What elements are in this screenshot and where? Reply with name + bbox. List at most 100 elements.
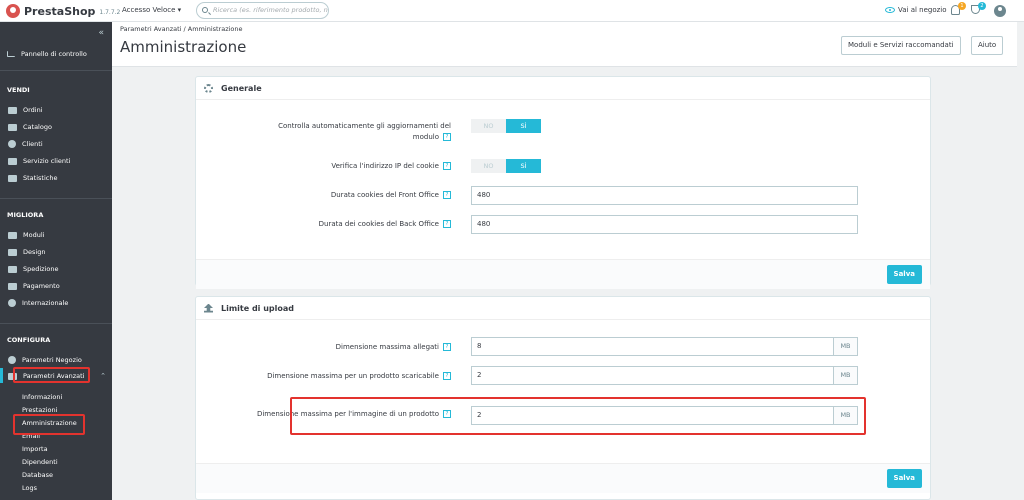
sidebar-item-modules[interactable]: Moduli [8,231,44,239]
view-shop-link[interactable]: Vai al negozio [885,6,947,14]
sidebar-item-dashboard[interactable]: Pannello di controllo [7,50,87,58]
help-icon[interactable]: ? [443,372,451,380]
label-text: Dimensione massima per un prodotto scari… [267,372,439,380]
trending-icon [7,51,15,57]
sidebar-item-orders[interactable]: Ordini [8,106,43,114]
notification-badge: 1 [958,2,966,10]
sidebar-item-payment[interactable]: Pagamento [8,282,60,290]
check-ip-toggle[interactable]: NO SÌ [471,159,541,173]
panel-heading: Limite di upload [196,297,930,320]
input-value: 8 [477,342,482,350]
sidebar-item-label: Ordini [23,106,43,114]
sidebar-subitem-logs[interactable]: Logs [22,484,37,492]
label-text: Durata cookies del Front Office [330,191,439,199]
front-cookie-label: Durata cookies del Front Office? [256,190,451,201]
toggle-no[interactable]: NO [471,159,506,173]
view-shop-label: Vai al negozio [898,6,947,14]
panel-footer: Salva [196,259,930,289]
sidebar-item-label: Clienti [22,140,43,148]
page-header: Parametri Avanzati / Amministrazione Amm… [112,22,1024,67]
sidebar-item-label: Servizio clienti [23,157,71,165]
help-icon[interactable]: ? [443,191,451,199]
sidebar-item-catalog[interactable]: Catalogo [8,123,52,131]
sidebar-item-label: Parametri Negozio [22,356,82,364]
toggle-yes[interactable]: SÌ [506,119,541,133]
desktop-icon [8,248,17,256]
sidebar-item-label: Statistiche [23,174,58,182]
logo-icon [6,4,20,18]
help-icon[interactable]: ? [443,343,451,351]
sidebar-subitem-database[interactable]: Database [22,471,53,479]
sidebar-subitem-info[interactable]: Informazioni [22,393,62,401]
sidebar-item-international[interactable]: Internazionale [8,299,68,307]
help-icon[interactable]: ? [443,133,451,141]
input-value: 2 [477,371,482,379]
panel-heading: Generale [196,77,930,100]
highlight-box [13,414,85,435]
section-migliora: MIGLIORA [7,211,44,219]
chart-icon [8,174,17,182]
help-button[interactable]: Aiuto [971,36,1004,55]
check-updates-toggle[interactable]: NO SÌ [471,119,541,133]
attach-size-label: Dimensione massima allegati? [256,342,451,353]
check-updates-label: Controlla automaticamente gli aggiorname… [256,121,451,143]
help-icon[interactable]: ? [443,220,451,228]
help-icon[interactable]: ? [443,162,451,170]
sidebar-item-label: Catalogo [23,123,52,131]
general-panel: Generale Controlla automaticamente gli a… [195,76,931,289]
sidebar-item-label: Spedizione [23,265,59,273]
search-input[interactable]: Ricerca (es. riferimento prodotto, nome [196,2,329,19]
version-label: 1.7.7.2 [99,9,121,16]
truck-icon [8,265,17,273]
breadcrumb[interactable]: Parametri Avanzati / Amministrazione [120,25,243,33]
save-button[interactable]: Salva [886,469,922,488]
logo-text-1: Presta [24,4,65,18]
sidebar-item-label: Internazionale [22,299,69,307]
search-icon [202,7,208,13]
orders-badge: 2 [978,2,986,10]
sidebar-item-label: Moduli [23,231,45,239]
quick-access-dropdown[interactable]: Accesso Veloce ▾ [122,6,181,14]
attach-size-input[interactable]: 8 MB [471,337,858,356]
back-cookie-input[interactable]: 480 [471,215,858,234]
gear-icon [204,83,213,93]
download-size-label: Dimensione massima per un prodotto scari… [256,371,451,382]
collapse-sidebar-icon[interactable]: « [98,28,104,38]
page-scrollbar[interactable] [1017,22,1024,500]
label-text: Controlla automaticamente gli aggiorname… [278,122,451,141]
chat-icon [8,157,17,165]
puzzle-icon [8,231,17,239]
user-avatar-icon[interactable] [994,5,1006,17]
toggle-yes[interactable]: SÌ [506,159,541,173]
toggle-no[interactable]: NO [471,119,506,133]
section-configura: CONFIGURA [7,336,51,344]
check-ip-label: Verifica l'indirizzo IP del cookie? [256,161,451,172]
top-bar: PrestaShop 1.7.7.2 Accesso Veloce ▾ Rice… [0,0,1024,22]
sidebar-item-customers[interactable]: Clienti [8,140,43,148]
sidebar-item-shop-params[interactable]: Parametri Negozio [8,356,82,364]
sidebar-item-shipping[interactable]: Spedizione [8,265,59,273]
sidebar-subitem-import[interactable]: Importa [22,445,48,453]
sidebar-item-label: Pagamento [23,282,60,290]
active-indicator [0,368,3,383]
sidebar-item-design[interactable]: Design [8,248,45,256]
download-size-input[interactable]: 2 MB [471,366,858,385]
save-button[interactable]: Salva [886,265,922,284]
highlight-box [13,367,90,383]
sidebar-item-stats[interactable]: Statistiche [8,174,57,182]
sidebar-item-label: Design [23,248,46,256]
sidebar-item-customer-service[interactable]: Servizio clienti [8,157,70,165]
prestashop-logo[interactable]: PrestaShop 1.7.7.2 [6,4,120,18]
label-text: Verifica l'indirizzo IP del cookie [331,162,439,170]
unit-addon: MB [833,367,857,384]
front-cookie-input[interactable]: 480 [471,186,858,205]
sidebar-item-label: Pannello di controllo [21,50,87,58]
label-text: Durata dei cookies del Back Office [318,220,439,228]
recommended-modules-button[interactable]: Moduli e Servizi raccomandati [841,36,961,55]
divider [0,198,112,199]
sidebar-subitem-employees[interactable]: Dipendenti [22,458,58,466]
panel-footer: Salva [196,463,930,493]
chevron-up-icon: ⌃ [100,372,106,380]
search-placeholder: Ricerca (es. riferimento prodotto, nome [213,6,328,14]
sidebar-subitem-performance[interactable]: Prestazioni [22,406,57,414]
